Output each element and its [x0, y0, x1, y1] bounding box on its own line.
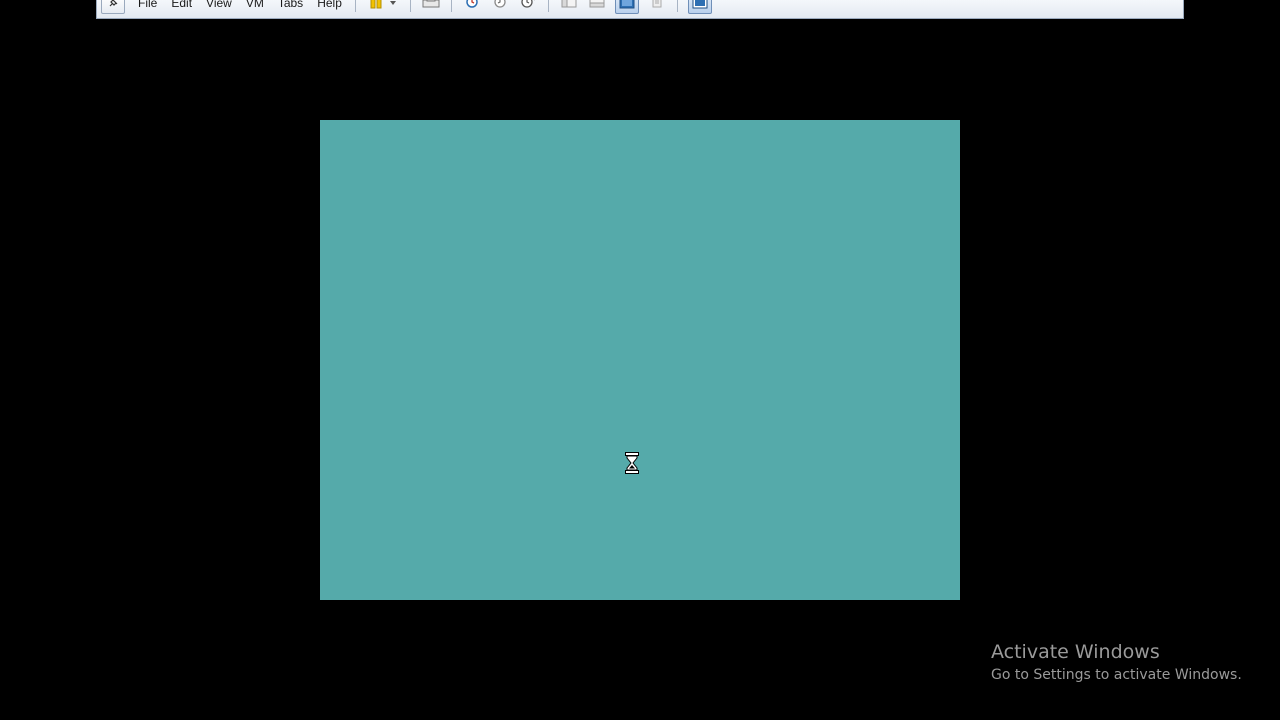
snapshot-icon — [465, 0, 479, 14]
activate-windows-watermark: Activate Windows Go to Settings to activ… — [991, 640, 1242, 685]
revert-snapshot-button[interactable] — [490, 0, 510, 12]
revert-snapshot-icon — [493, 0, 507, 14]
toolbar-separator — [676, 0, 678, 12]
vm-fullscreen-toolbar: File Edit View VM Tabs Help — [96, 0, 1184, 19]
thumbnail-bar-button[interactable] — [587, 0, 607, 12]
pin-toolbar-button[interactable] — [101, 0, 125, 14]
library-icon — [561, 0, 577, 13]
menu-tabs[interactable]: Tabs — [271, 0, 310, 9]
full-screen-button[interactable] — [614, 0, 639, 14]
send-keys-icon — [422, 0, 440, 13]
pause-dropdown-arrow[interactable] — [389, 1, 396, 5]
pin-icon — [107, 0, 119, 14]
toolbar-separator — [409, 0, 411, 12]
take-snapshot-button[interactable] — [462, 0, 482, 12]
watermark-subtitle: Go to Settings to activate Windows. — [991, 667, 1242, 683]
menu-bar: File Edit View VM Tabs Help — [131, 0, 349, 9]
menu-view[interactable]: View — [199, 0, 239, 9]
menu-file[interactable]: File — [131, 0, 164, 9]
hourglass-cursor-icon — [625, 452, 639, 474]
console-view-icon — [692, 0, 708, 14]
pause-icon — [369, 0, 383, 14]
menu-help[interactable]: Help — [310, 0, 349, 9]
pause-button[interactable] — [366, 0, 386, 12]
unity-button[interactable] — [647, 0, 667, 12]
watermark-title: Activate Windows — [991, 641, 1160, 663]
toolbar-separator — [354, 0, 356, 12]
show-library-button[interactable] — [559, 0, 579, 12]
toolbar-separator — [547, 0, 549, 12]
snapshot-manager-icon — [520, 0, 536, 14]
guest-vm-screen[interactable] — [320, 120, 960, 600]
toolbar-separator — [450, 0, 452, 12]
send-ctrl-alt-del-button[interactable] — [421, 0, 441, 12]
menu-vm[interactable]: VM — [239, 0, 271, 9]
unity-icon — [650, 0, 664, 14]
menu-edit[interactable]: Edit — [164, 0, 199, 9]
host-desktop: File Edit View VM Tabs Help Activate Win… — [0, 0, 1280, 720]
thumbnail-icon — [589, 0, 605, 13]
snapshot-manager-button[interactable] — [518, 0, 538, 12]
full-screen-icon — [619, 0, 635, 14]
console-view-button[interactable] — [687, 0, 712, 14]
